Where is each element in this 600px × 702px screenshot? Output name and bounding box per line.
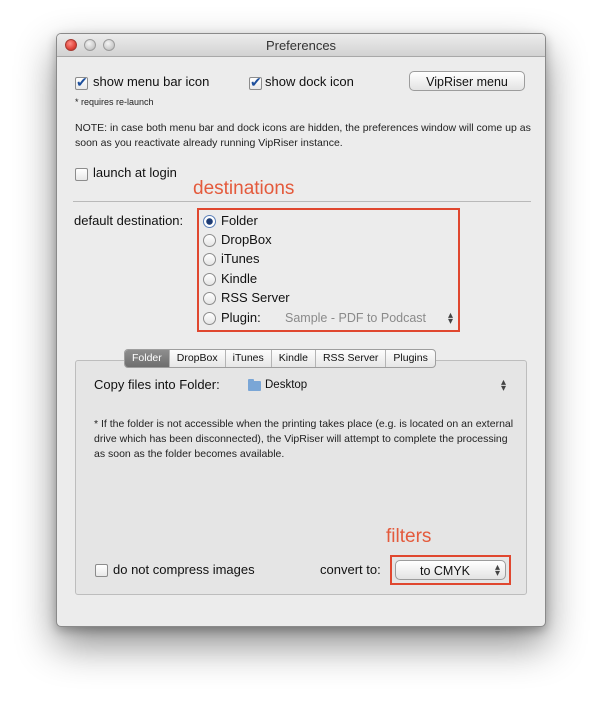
tab-kindle[interactable]: Kindle	[270, 350, 315, 367]
folder-select[interactable]: Desktop	[265, 379, 307, 391]
radio-plugin-label[interactable]: Plugin:	[221, 310, 261, 325]
folder-access-note: * If the folder is not accessible when t…	[94, 418, 514, 460]
radio-kindle-label[interactable]: Kindle	[221, 271, 257, 286]
separator	[73, 201, 531, 202]
title-bar: Preferences	[57, 34, 545, 57]
show-dock-icon-label[interactable]: show dock icon	[265, 74, 354, 89]
tab-bar: Folder DropBox iTunes Kindle RSS Server …	[124, 349, 436, 368]
tab-folder[interactable]: Folder	[125, 350, 169, 367]
do-not-compress-label[interactable]: do not compress images	[113, 562, 255, 577]
do-not-compress-checkbox[interactable]	[95, 564, 108, 577]
filters-annotation: filters	[386, 526, 432, 547]
copy-files-label: Copy files into Folder:	[94, 377, 220, 392]
folder-icon	[248, 379, 261, 391]
convert-to-value: to CMYK	[420, 564, 471, 578]
tab-plugins[interactable]: Plugins	[385, 350, 434, 367]
radio-kindle[interactable]	[203, 273, 216, 286]
convert-to-select[interactable]: to CMYK ▴ ▾	[395, 560, 506, 580]
updown-arrows-icon: ▴ ▾	[448, 310, 454, 327]
launch-at-login-checkbox[interactable]	[75, 168, 88, 181]
radio-plugin[interactable]	[203, 312, 216, 325]
tab-dropbox[interactable]: DropBox	[168, 350, 225, 367]
preferences-window: Preferences show menu bar icon show dock…	[56, 33, 546, 627]
convert-updown-arrows-icon: ▴ ▾	[495, 562, 501, 579]
requires-relaunch-note: * requires re-launch	[75, 97, 154, 107]
radio-itunes[interactable]	[203, 253, 216, 266]
show-dock-icon-checkbox[interactable]	[249, 74, 262, 91]
destinations-annotation: destinations	[193, 178, 295, 199]
radio-itunes-label[interactable]: iTunes	[221, 251, 260, 266]
window-title: Preferences	[265, 38, 337, 53]
folder-updown-arrows-icon[interactable]: ▴ ▾	[501, 378, 506, 394]
hidden-icons-note: NOTE: in case both menu bar and dock ico…	[75, 122, 531, 149]
radio-rss-server-label[interactable]: RSS Server	[221, 290, 290, 305]
plugin-select[interactable]: Sample - PDF to Podcast	[285, 311, 426, 325]
radio-dropbox-label[interactable]: DropBox	[221, 232, 272, 247]
radio-dropbox[interactable]	[203, 234, 216, 247]
launch-at-login-label[interactable]: launch at login	[93, 165, 177, 180]
vipriser-menu-button[interactable]: VipRiser menu	[409, 71, 525, 91]
show-menu-bar-icon-checkbox[interactable]	[75, 74, 88, 91]
default-destination-label: default destination:	[74, 213, 184, 228]
show-menu-bar-icon-label[interactable]: show menu bar icon	[93, 74, 209, 89]
radio-folder[interactable]	[203, 215, 216, 228]
radio-rss-server[interactable]	[203, 292, 216, 305]
tab-rss-server[interactable]: RSS Server	[314, 350, 385, 367]
convert-to-label: convert to:	[320, 562, 381, 577]
radio-folder-label[interactable]: Folder	[221, 213, 258, 228]
tab-itunes[interactable]: iTunes	[224, 350, 271, 367]
